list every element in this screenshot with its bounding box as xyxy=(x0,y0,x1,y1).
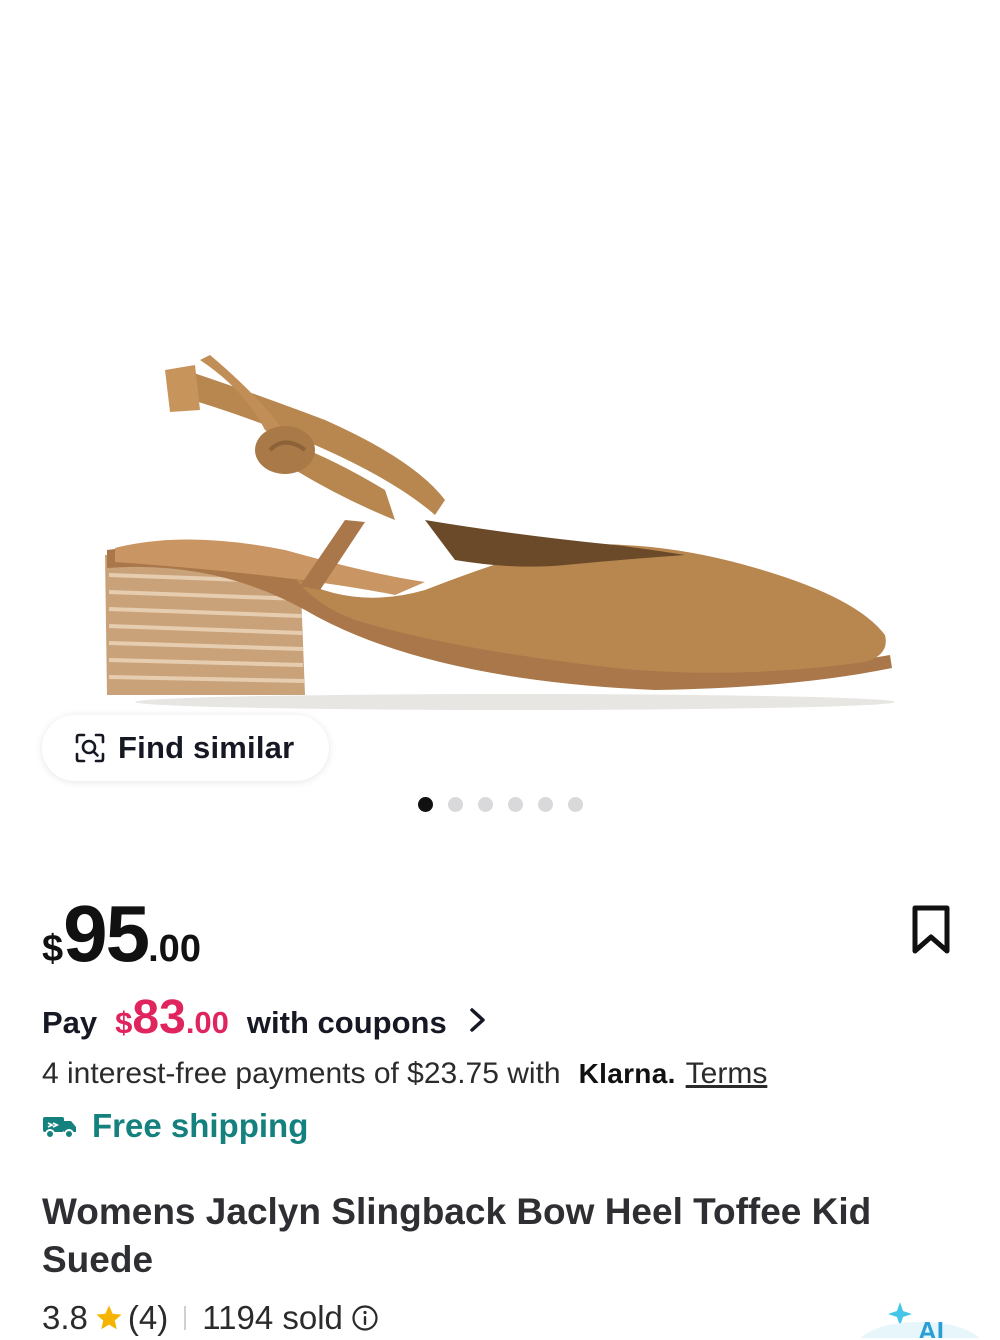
bookmark-icon[interactable] xyxy=(908,904,954,956)
gallery-dot[interactable] xyxy=(567,797,583,812)
gallery-pagination xyxy=(0,797,1000,813)
rating-row[interactable]: 3.8 (4) 1194 sold xyxy=(42,1296,379,1340)
gallery-dot[interactable] xyxy=(537,797,553,812)
price-whole: 95 xyxy=(63,889,150,978)
sold-count: 1194 sold xyxy=(202,1299,343,1336)
coupon-suffix: with coupons xyxy=(246,1005,447,1040)
price-cents: .00 xyxy=(148,928,201,970)
divider xyxy=(184,1306,187,1330)
free-shipping: Free shipping xyxy=(42,1102,308,1150)
klarna-terms-link[interactable]: Terms xyxy=(686,1057,768,1091)
gallery-dot[interactable] xyxy=(507,797,523,812)
coupon-price-row[interactable]: Pay $ 83 .00 with coupons xyxy=(42,990,489,1050)
coupon-currency: $ xyxy=(115,1005,133,1040)
klarna-logo: Klarna. xyxy=(578,1058,676,1089)
product-image[interactable] xyxy=(95,350,905,720)
gallery-dot[interactable] xyxy=(477,797,493,812)
svg-text:AI: AI xyxy=(918,1316,944,1338)
truck-icon xyxy=(43,1117,76,1139)
klarna-installments: 4 interest-free payments of $23.75 with … xyxy=(42,1052,767,1096)
price-currency: $ xyxy=(42,928,64,970)
star-icon xyxy=(96,1305,122,1330)
image-search-icon xyxy=(75,733,105,763)
product-image-gallery[interactable]: Find similar xyxy=(0,0,1000,840)
klarna-text: 4 interest-free payments of $23.75 with xyxy=(42,1057,561,1090)
find-similar-button[interactable]: Find similar xyxy=(42,715,329,781)
free-shipping-label: Free shipping xyxy=(92,1107,309,1144)
product-price: $ 95 .00 xyxy=(42,888,201,978)
product-title: Womens Jaclyn Slingback Bow Heel Toffee … xyxy=(42,1191,872,1280)
ai-sparkle-icon[interactable]: AI xyxy=(860,1298,980,1338)
coupon-pay-label: Pay xyxy=(42,1005,98,1040)
gallery-dot[interactable] xyxy=(417,797,433,812)
coupon-price-cents: .00 xyxy=(185,1005,229,1040)
review-count: (4) xyxy=(127,1299,169,1336)
chevron-right-icon xyxy=(469,1008,485,1032)
info-icon[interactable] xyxy=(351,1304,379,1332)
gallery-dot[interactable] xyxy=(447,797,463,812)
rating-score: 3.8 xyxy=(42,1299,88,1336)
find-similar-label: Find similar xyxy=(118,730,295,765)
coupon-price-whole: 83 xyxy=(132,991,186,1044)
